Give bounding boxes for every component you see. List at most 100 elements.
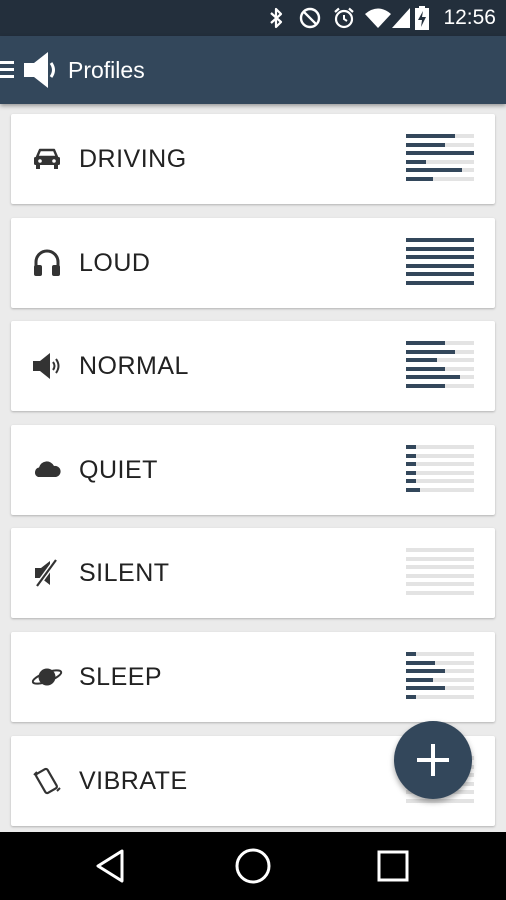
- volume-level-track: [406, 590, 474, 595]
- add-profile-button[interactable]: [394, 721, 472, 799]
- volume-level-fill: [406, 238, 474, 242]
- volume-level-track: [406, 255, 474, 259]
- volume-levels: [406, 238, 474, 290]
- volume-level-track: [406, 669, 474, 673]
- volume-level-track: [406, 349, 474, 354]
- volume-levels: [406, 134, 474, 186]
- profile-label: LOUD: [79, 249, 151, 277]
- cloud-icon: [34, 461, 61, 477]
- volume-level-track: [406, 142, 474, 147]
- volume-level-track: [406, 548, 474, 552]
- volume-level-fill: [406, 470, 417, 475]
- volume-level-track: [406, 134, 474, 138]
- volume-level-track: [406, 798, 474, 803]
- volume-level-fill: [406, 341, 446, 345]
- do-not-disturb-icon: [299, 7, 321, 29]
- recents-icon[interactable]: [373, 846, 413, 886]
- volume-level-track: [406, 280, 474, 285]
- back-icon[interactable]: [92, 846, 132, 886]
- profile-label: DRIVING: [79, 145, 187, 173]
- volume-level-fill: [406, 677, 434, 682]
- volume-level-track: [406, 358, 474, 362]
- profile-label: QUIET: [79, 456, 158, 484]
- volume-level-fill: [406, 151, 474, 155]
- volume-level-fill: [406, 168, 462, 172]
- volume-level-fill: [406, 263, 474, 268]
- volume-level-fill: [406, 487, 420, 492]
- profile-card-driving[interactable]: DRIVING: [11, 114, 495, 204]
- plus-icon: [417, 744, 449, 776]
- volume-level-track: [406, 453, 474, 458]
- volume-level-track: [406, 151, 474, 155]
- profile-label: NORMAL: [79, 352, 189, 380]
- volume-level-track: [406, 582, 474, 586]
- vibrate-icon: [33, 767, 61, 795]
- volume-level-track: [406, 246, 474, 251]
- volume-level-track: [406, 159, 474, 164]
- volume-level-fill: [406, 453, 417, 458]
- volume-level-fill: [406, 272, 474, 276]
- status-bar: 12:56: [0, 0, 506, 36]
- volume-level-track: [406, 375, 474, 379]
- alarm-icon: [334, 7, 354, 29]
- car-icon: [34, 148, 60, 169]
- volume-level-fill: [406, 349, 455, 354]
- volume-level-fill: [406, 383, 446, 388]
- volume-level-track: [406, 341, 474, 345]
- volume-level-track: [406, 487, 474, 492]
- volume-level-track: [406, 660, 474, 665]
- cell-signal-icon: [392, 8, 410, 28]
- volume-level-fill: [406, 479, 417, 483]
- profile-card-loud[interactable]: LOUD: [11, 218, 495, 308]
- volume-level-track: [406, 556, 474, 561]
- volume-level-track: [406, 445, 474, 449]
- volume-level-track: [406, 573, 474, 578]
- bluetooth-icon: [270, 7, 283, 29]
- volume-level-fill: [406, 652, 417, 656]
- volume-levels: [406, 341, 474, 393]
- speaker-muted-icon: [34, 558, 59, 588]
- navigation-bar: [0, 832, 506, 900]
- battery-charging-icon: [415, 6, 429, 30]
- volume-levels: [406, 445, 474, 497]
- volume-level-fill: [406, 366, 446, 371]
- volume-level-track: [406, 462, 474, 466]
- volume-level-track: [406, 383, 474, 388]
- volume-level-fill: [406, 686, 446, 690]
- volume-levels: [406, 652, 474, 704]
- menu-icon[interactable]: [0, 60, 16, 80]
- volume-level-track: [406, 652, 474, 656]
- profile-card-normal[interactable]: NORMAL: [11, 321, 495, 411]
- status-clock: 12:56: [443, 6, 496, 29]
- profile-card-sleep[interactable]: SLEEP: [11, 632, 495, 722]
- volume-level-track: [406, 176, 474, 181]
- volume-level-fill: [406, 246, 474, 251]
- volume-level-track: [406, 272, 474, 276]
- profile-label: SILENT: [79, 559, 170, 587]
- volume-level-track: [406, 694, 474, 699]
- volume-level-fill: [406, 176, 434, 181]
- profile-label: VIBRATE: [79, 767, 188, 795]
- volume-level-track: [406, 168, 474, 172]
- volume-level-fill: [406, 660, 435, 665]
- app-bar: Profiles: [0, 36, 506, 104]
- volume-level-track: [406, 238, 474, 242]
- volume-level-fill: [406, 159, 427, 164]
- planet-icon: [31, 668, 63, 686]
- volume-level-track: [406, 366, 474, 371]
- volume-level-fill: [406, 445, 417, 449]
- volume-level-fill: [406, 462, 417, 466]
- home-icon[interactable]: [233, 846, 273, 886]
- profile-card-quiet[interactable]: QUIET: [11, 425, 495, 515]
- volume-level-fill: [406, 280, 474, 285]
- volume-level-track: [406, 686, 474, 690]
- volume-level-track: [406, 263, 474, 268]
- profile-card-silent[interactable]: SILENT: [11, 528, 495, 618]
- wifi-icon: [365, 8, 391, 28]
- speaker-icon[interactable]: [22, 50, 58, 90]
- headphones-icon: [34, 249, 60, 276]
- volume-level-fill: [406, 142, 446, 147]
- page-title: Profiles: [68, 57, 145, 83]
- speaker-icon: [33, 353, 60, 379]
- volume-level-track: [406, 470, 474, 475]
